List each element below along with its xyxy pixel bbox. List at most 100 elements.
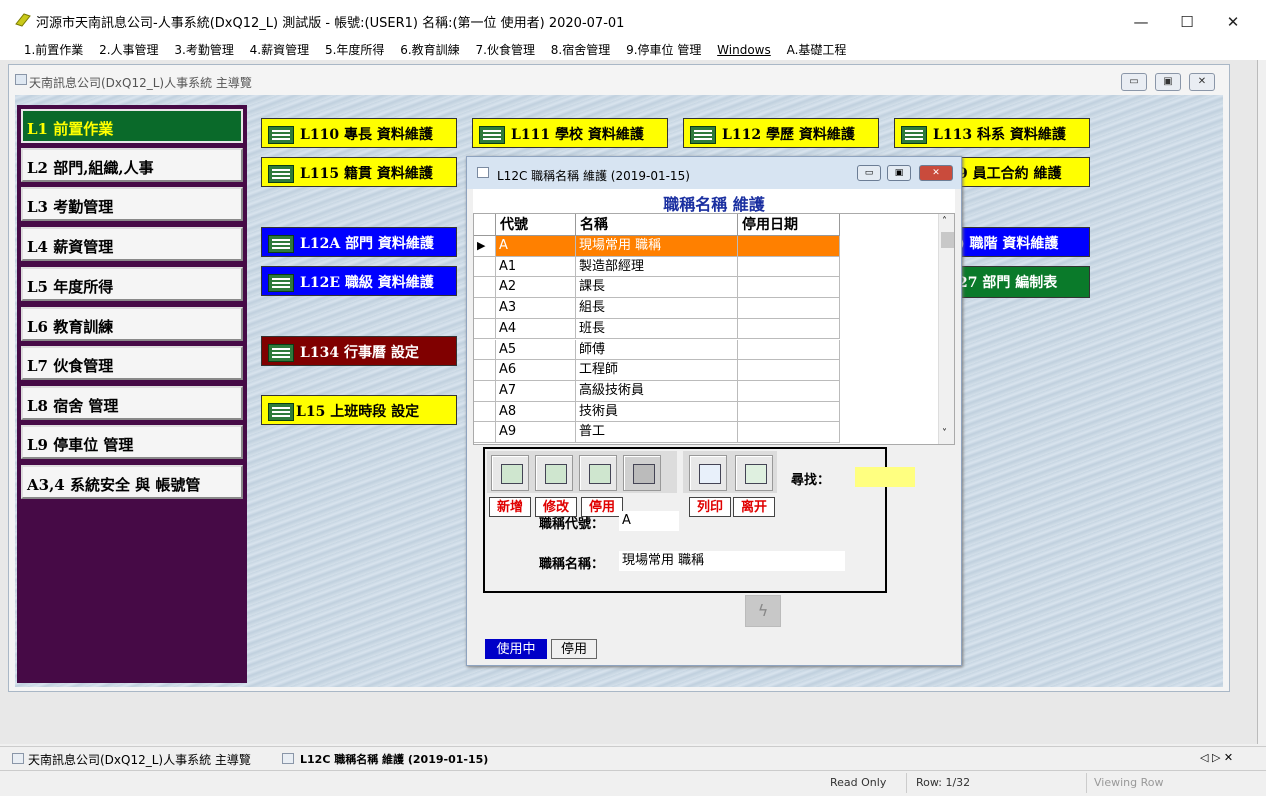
- cell-name[interactable]: 現場常用 職稱: [576, 236, 738, 257]
- add-label[interactable]: 新增: [489, 497, 531, 517]
- tab-disabled[interactable]: 停用: [551, 639, 597, 659]
- cell-disabled-date[interactable]: [738, 256, 840, 278]
- tile-l12e-grade[interactable]: L12E 職級 資料維護: [261, 266, 457, 296]
- sidebar-item-meals[interactable]: L7 伙食管理: [21, 346, 243, 380]
- sidebar-item-parking[interactable]: L9 停車位 管理: [21, 425, 243, 459]
- cell-code[interactable]: A9: [496, 422, 576, 443]
- dialog-close-button[interactable]: ✕: [919, 165, 953, 181]
- dialog-restore-button[interactable]: ▣: [887, 165, 911, 181]
- cell-name[interactable]: 課長: [576, 277, 738, 299]
- row-selector[interactable]: [474, 298, 496, 319]
- cell-disabled-date[interactable]: [738, 380, 840, 402]
- tile-l110-skills[interactable]: L110 專長 資料維護: [261, 118, 457, 148]
- row-selector[interactable]: [474, 401, 496, 423]
- tile-l111-schools[interactable]: L111 學校 資料維護: [472, 118, 668, 148]
- sidebar-item-attendance[interactable]: L3 考勤管理: [21, 187, 243, 221]
- disable-button[interactable]: [579, 455, 617, 491]
- tile-l113-majors[interactable]: L113 科系 資料維護: [894, 118, 1090, 148]
- table-row[interactable]: A1 製造部經理: [474, 256, 840, 278]
- cell-disabled-date[interactable]: [738, 236, 840, 257]
- cell-name[interactable]: 工程師: [576, 360, 738, 381]
- grid-header-name[interactable]: 名稱: [576, 214, 738, 236]
- dialog-minimize-button[interactable]: ▭: [857, 165, 881, 181]
- cell-disabled-date[interactable]: [738, 422, 840, 443]
- cell-name[interactable]: 高級技術員: [576, 380, 738, 402]
- cell-name[interactable]: 組長: [576, 298, 738, 319]
- menu-personnel[interactable]: 2.人事管理: [93, 38, 164, 58]
- print-label[interactable]: 列印: [689, 497, 731, 517]
- row-selector[interactable]: ▶: [474, 236, 496, 257]
- cell-code[interactable]: A: [496, 236, 576, 257]
- menu-meals[interactable]: 7.伙食管理: [470, 38, 541, 58]
- menu-training[interactable]: 6.教育訓練: [394, 38, 465, 58]
- tile-l12a-department[interactable]: L12A 部門 資料維護: [261, 227, 457, 257]
- cell-code[interactable]: A4: [496, 318, 576, 340]
- cell-name[interactable]: 班長: [576, 318, 738, 340]
- maximize-button[interactable]: ☐: [1164, 8, 1210, 36]
- cell-disabled-date[interactable]: [738, 360, 840, 381]
- cell-name[interactable]: 普工: [576, 422, 738, 443]
- main-close-button[interactable]: ✕: [1189, 73, 1215, 91]
- lightning-icon[interactable]: ϟ: [745, 595, 781, 627]
- scroll-up-icon[interactable]: ˄: [942, 216, 947, 227]
- sidebar-item-security[interactable]: A3,4 系統安全 與 帳號管: [21, 465, 243, 499]
- row-selector[interactable]: [474, 360, 496, 381]
- cell-disabled-date[interactable]: [738, 277, 840, 299]
- cell-disabled-date[interactable]: [738, 401, 840, 423]
- minimize-button[interactable]: —: [1118, 8, 1164, 36]
- tile-l15-shifts[interactable]: L15 上班時段 設定: [261, 395, 457, 425]
- cell-code[interactable]: A8: [496, 401, 576, 423]
- taskbar-nav-buttons[interactable]: ◁ ▷ ✕: [1200, 751, 1233, 769]
- cell-disabled-date[interactable]: [738, 298, 840, 319]
- row-selector[interactable]: [474, 339, 496, 361]
- row-selector[interactable]: [474, 318, 496, 340]
- grid-header-disabled-date[interactable]: 停用日期: [738, 214, 840, 236]
- scroll-thumb[interactable]: [941, 232, 954, 248]
- search-input[interactable]: [855, 467, 915, 487]
- name-field[interactable]: 現場常用 職稱: [619, 551, 845, 571]
- menu-base[interactable]: A.基礎工程: [781, 38, 853, 58]
- menu-setup[interactable]: 1.前置作業: [18, 38, 89, 58]
- menu-payroll[interactable]: 4.薪資管理: [244, 38, 315, 58]
- add-button[interactable]: [491, 455, 529, 491]
- grid-vertical-scrollbar[interactable]: ˄ ˅: [938, 214, 954, 444]
- tile-l119-contract[interactable]: 9 員工合約 維護: [953, 157, 1090, 187]
- cell-code[interactable]: A2: [496, 277, 576, 299]
- tile-l112-education[interactable]: L112 學歷 資料維護: [683, 118, 879, 148]
- cell-code[interactable]: A6: [496, 360, 576, 381]
- print-button[interactable]: [689, 455, 727, 491]
- main-restore-button[interactable]: ▣: [1155, 73, 1181, 91]
- cell-code[interactable]: A7: [496, 380, 576, 402]
- cell-code[interactable]: A5: [496, 339, 576, 361]
- table-row[interactable]: A8 技術員: [474, 401, 840, 423]
- close-button[interactable]: ✕: [1210, 8, 1256, 36]
- sidebar-item-payroll[interactable]: L4 薪資管理: [21, 227, 243, 261]
- cell-disabled-date[interactable]: [738, 339, 840, 361]
- table-row[interactable]: A2 課長: [474, 277, 840, 299]
- tile-l115-origin[interactable]: L115 籍貫 資料維護: [261, 157, 457, 187]
- row-selector[interactable]: [474, 277, 496, 299]
- scroll-down-icon[interactable]: ˅: [942, 428, 947, 439]
- main-minimize-button[interactable]: ▭: [1121, 73, 1147, 91]
- sidebar-item-setup[interactable]: L1 前置作業: [21, 109, 243, 143]
- table-row[interactable]: A3 組長: [474, 298, 840, 319]
- task-main-window[interactable]: 天南訊息公司(DxQ12_L)人事系統 主導覽: [28, 751, 251, 769]
- grid-header-code[interactable]: 代號: [496, 214, 576, 236]
- table-row[interactable]: A7 高級技術員: [474, 380, 840, 402]
- menu-windows[interactable]: Windows: [711, 40, 777, 57]
- cell-disabled-date[interactable]: [738, 318, 840, 340]
- cell-name[interactable]: 製造部經理: [576, 256, 738, 278]
- cell-code[interactable]: A1: [496, 256, 576, 278]
- row-selector[interactable]: [474, 256, 496, 278]
- menu-attendance[interactable]: 3.考勤管理: [168, 38, 239, 58]
- menu-parking[interactable]: 9.停車位 管理: [620, 38, 707, 58]
- table-row[interactable]: A5 師傅: [474, 339, 840, 361]
- cell-name[interactable]: 技術員: [576, 401, 738, 423]
- tab-active[interactable]: 使用中: [485, 639, 547, 659]
- task-job-title-window[interactable]: L12C 職稱名稱 維護 (2019-01-15): [300, 751, 488, 769]
- cell-code[interactable]: A3: [496, 298, 576, 319]
- table-row[interactable]: A9 普工: [474, 422, 840, 443]
- sidebar-item-org[interactable]: L2 部門,組織,人事: [21, 148, 243, 182]
- menu-dormitory[interactable]: 8.宿舍管理: [545, 38, 616, 58]
- delete-button[interactable]: [623, 455, 661, 491]
